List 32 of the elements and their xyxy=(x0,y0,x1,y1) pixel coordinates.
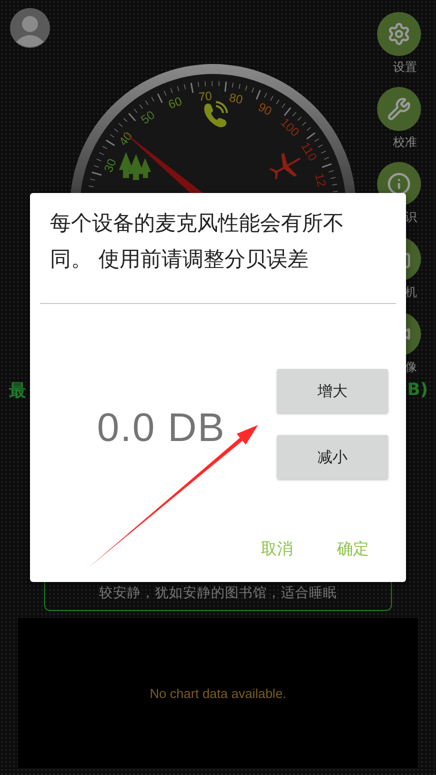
sidebar-button[interactable] xyxy=(377,12,421,56)
trees-icon xyxy=(119,152,151,180)
scale-label: 60 xyxy=(166,94,184,112)
info-icon xyxy=(387,172,411,196)
scale-label: 80 xyxy=(228,90,244,107)
scale-label: 12 xyxy=(312,172,329,188)
db-value: 0.0 DB xyxy=(97,405,226,452)
settings-icon xyxy=(387,22,411,46)
airplane-icon xyxy=(269,152,300,180)
sidebar-label: 设置 xyxy=(392,59,417,76)
max-label: B) xyxy=(407,380,428,400)
scale-label: 90 xyxy=(256,100,274,118)
scale-label: 50 xyxy=(138,108,158,127)
status-text: 较安静，犹如安静的图书馆，适合睡眠 xyxy=(99,584,337,602)
scale-label: 70 xyxy=(198,89,212,104)
avatar-icon[interactable] xyxy=(10,8,50,48)
phone-icon xyxy=(204,101,228,128)
scale-label: 30 xyxy=(101,156,120,174)
sidebar-label: 像 xyxy=(404,359,417,376)
min-label: 最 xyxy=(9,380,26,402)
empty-chart-message: No chart data available. xyxy=(150,686,286,700)
wrench-icon xyxy=(387,97,411,121)
scale-label: 100 xyxy=(278,115,302,140)
adjust-button[interactable]: 增大 xyxy=(277,369,388,413)
scale-label: 40 xyxy=(116,129,136,148)
sidebar-label: 校准 xyxy=(392,134,417,151)
sidebar-label: 识 xyxy=(404,209,417,226)
scale-label: 110 xyxy=(298,140,320,164)
dialog-message: 每个设备的麦克风性能会有所不同。 使用前请调整分贝误差 xyxy=(49,210,345,273)
adjust-button[interactable]: 减小 xyxy=(277,435,388,479)
sidebar-label: 机 xyxy=(404,284,417,301)
sidebar-button[interactable] xyxy=(377,87,421,131)
